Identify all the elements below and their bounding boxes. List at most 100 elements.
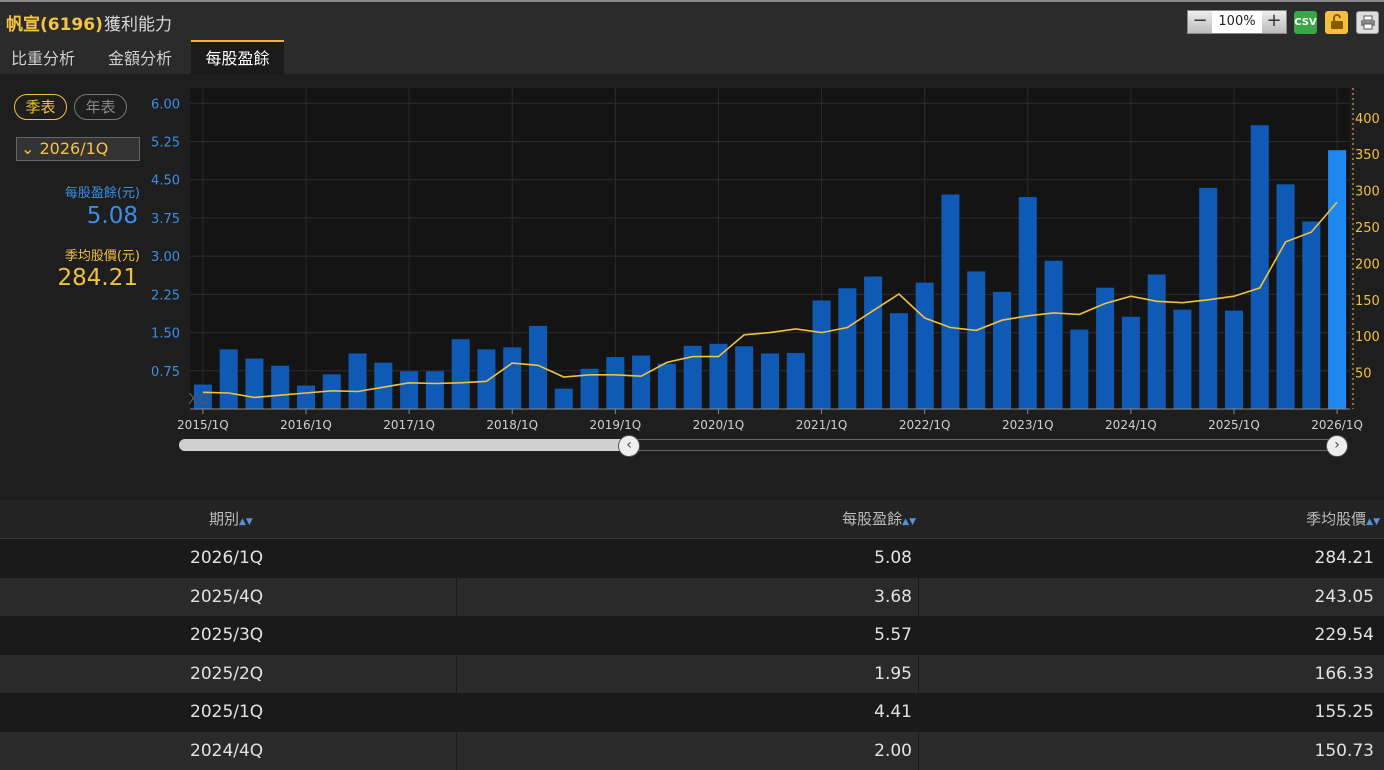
cell-period: 2025/4Q — [190, 587, 263, 607]
eps-bar — [967, 271, 985, 409]
x-axis-tick-label: 2015/1Q — [177, 418, 229, 432]
eps-bar — [426, 371, 444, 409]
eps-bar — [735, 346, 753, 409]
cell-period: 2024/4Q — [190, 741, 263, 761]
table-row[interactable]: 2025/3Q 5.57 229.54 — [0, 616, 1384, 655]
cell-price: 284.21 — [1315, 548, 1374, 568]
cell-price: 229.54 — [1315, 625, 1374, 645]
left-axis-tick-label: 6.00 — [151, 97, 180, 112]
x-axis-tick-label: 2025/1Q — [1208, 418, 1260, 432]
x-axis-tick-label: 2022/1Q — [899, 418, 951, 432]
table-row[interactable]: 2025/4Q 3.68 243.05 — [0, 578, 1384, 617]
eps-bar — [941, 194, 959, 409]
header-eps-label: 每股盈餘 — [842, 510, 902, 528]
cell-period: 2025/1Q — [190, 702, 263, 722]
eps-bar — [606, 357, 624, 409]
x-axis-tick-label: 2021/1Q — [796, 418, 848, 432]
eps-bar — [1045, 261, 1063, 409]
eps-bar — [1251, 125, 1269, 409]
eps-bar — [271, 366, 289, 409]
sort-icon: ▲▼ — [1366, 517, 1380, 527]
eps-bar — [864, 277, 882, 409]
left-axis-tick-label: 2.25 — [151, 288, 180, 303]
eps-bar — [555, 389, 573, 409]
right-axis-tick-label: 150 — [1355, 294, 1380, 309]
eps-bar — [658, 364, 676, 409]
cell-eps: 3.68 — [874, 587, 912, 607]
cell-price: 150.73 — [1315, 741, 1374, 761]
cell-eps: 5.57 — [874, 625, 912, 645]
eps-bar — [1070, 330, 1088, 409]
table-row[interactable]: 2024/4Q 2.00 150.73 — [0, 732, 1384, 770]
right-axis-tick-label: 350 — [1355, 148, 1380, 163]
header-period[interactable]: 期別▲▼ — [209, 508, 253, 529]
header-price-label: 季均股價 — [1306, 510, 1366, 528]
eps-bar — [890, 313, 908, 409]
right-axis-tick-label: 100 — [1355, 330, 1380, 345]
eps-chart: 0.751.502.253.003.754.505.256.0050100150… — [0, 0, 1384, 440]
eps-bar — [220, 349, 238, 409]
table-header: 期別▲▼ 每股盈餘▲▼ 季均股價▲▼ — [0, 500, 1384, 539]
sort-icon: ▲▼ — [902, 517, 916, 527]
x-axis-tick-label: 2024/1Q — [1105, 418, 1157, 432]
cell-eps: 2.00 — [874, 741, 912, 761]
range-slider-selection[interactable] — [179, 439, 629, 451]
right-axis-tick-label: 400 — [1355, 112, 1380, 127]
cell-price: 166.33 — [1315, 664, 1374, 684]
x-axis-tick-label: 2018/1Q — [486, 418, 538, 432]
table-row[interactable]: 2025/1Q 4.41 155.25 — [0, 693, 1384, 732]
cell-period: 2026/1Q — [190, 548, 263, 568]
cell-period: 2025/2Q — [190, 664, 263, 684]
eps-bar — [1302, 221, 1320, 409]
eps-bar — [477, 349, 495, 409]
eps-bar — [632, 356, 650, 410]
cell-eps: 1.95 — [874, 664, 912, 684]
table-row[interactable]: 2026/1Q 5.08 284.21 — [0, 539, 1384, 578]
eps-bar — [709, 344, 727, 409]
right-axis-tick-label: 250 — [1355, 221, 1380, 236]
cell-eps: 4.41 — [874, 702, 912, 722]
eps-bar — [838, 288, 856, 409]
x-axis-tick-label: 2017/1Q — [383, 418, 435, 432]
eps-bar — [452, 339, 470, 409]
header-eps[interactable]: 每股盈餘▲▼ — [842, 508, 916, 529]
cell-price: 243.05 — [1315, 587, 1374, 607]
left-axis-tick-label: 5.25 — [151, 136, 180, 151]
eps-bar — [1019, 197, 1037, 409]
eps-bar — [245, 359, 263, 409]
eps-bar — [1328, 150, 1346, 409]
x-axis-tick-label: 2023/1Q — [1002, 418, 1054, 432]
x-axis-tick-label: 2020/1Q — [693, 418, 745, 432]
eps-bar — [1148, 274, 1166, 409]
eps-bar — [297, 386, 315, 409]
eps-bar — [1225, 311, 1243, 409]
eps-bar — [1173, 310, 1191, 409]
right-axis-tick-label: 200 — [1355, 257, 1380, 272]
sort-icon: ▲▼ — [239, 517, 253, 527]
cell-price: 155.25 — [1315, 702, 1374, 722]
x-axis-tick-label: 2026/1Q — [1311, 418, 1363, 432]
left-axis-tick-label: 3.00 — [151, 250, 180, 265]
eps-bar — [916, 283, 934, 409]
eps-bar — [993, 292, 1011, 409]
column-divider — [456, 732, 457, 770]
column-divider — [918, 655, 919, 694]
cell-eps: 5.08 — [874, 548, 912, 568]
right-axis-tick-label: 50 — [1355, 367, 1372, 382]
x-axis-tick-label: 2016/1Q — [280, 418, 332, 432]
slider-right-handle[interactable]: › — [1326, 435, 1348, 457]
left-axis-tick-label: 0.75 — [151, 365, 180, 380]
slider-left-handle[interactable]: ‹ — [618, 435, 640, 457]
table-row[interactable]: 2025/2Q 1.95 166.33 — [0, 655, 1384, 694]
left-axis-tick-label: 3.75 — [151, 212, 180, 227]
header-period-label: 期別 — [209, 510, 239, 528]
eps-bar — [1277, 184, 1295, 409]
cell-period: 2025/3Q — [190, 625, 263, 645]
header-price[interactable]: 季均股價▲▼ — [1306, 508, 1380, 529]
eps-bar — [503, 347, 521, 409]
eps-bar — [1122, 317, 1140, 409]
column-divider — [456, 578, 457, 617]
right-axis-tick-label: 300 — [1355, 185, 1380, 200]
eps-bar — [787, 353, 805, 409]
eps-bar — [684, 346, 702, 409]
